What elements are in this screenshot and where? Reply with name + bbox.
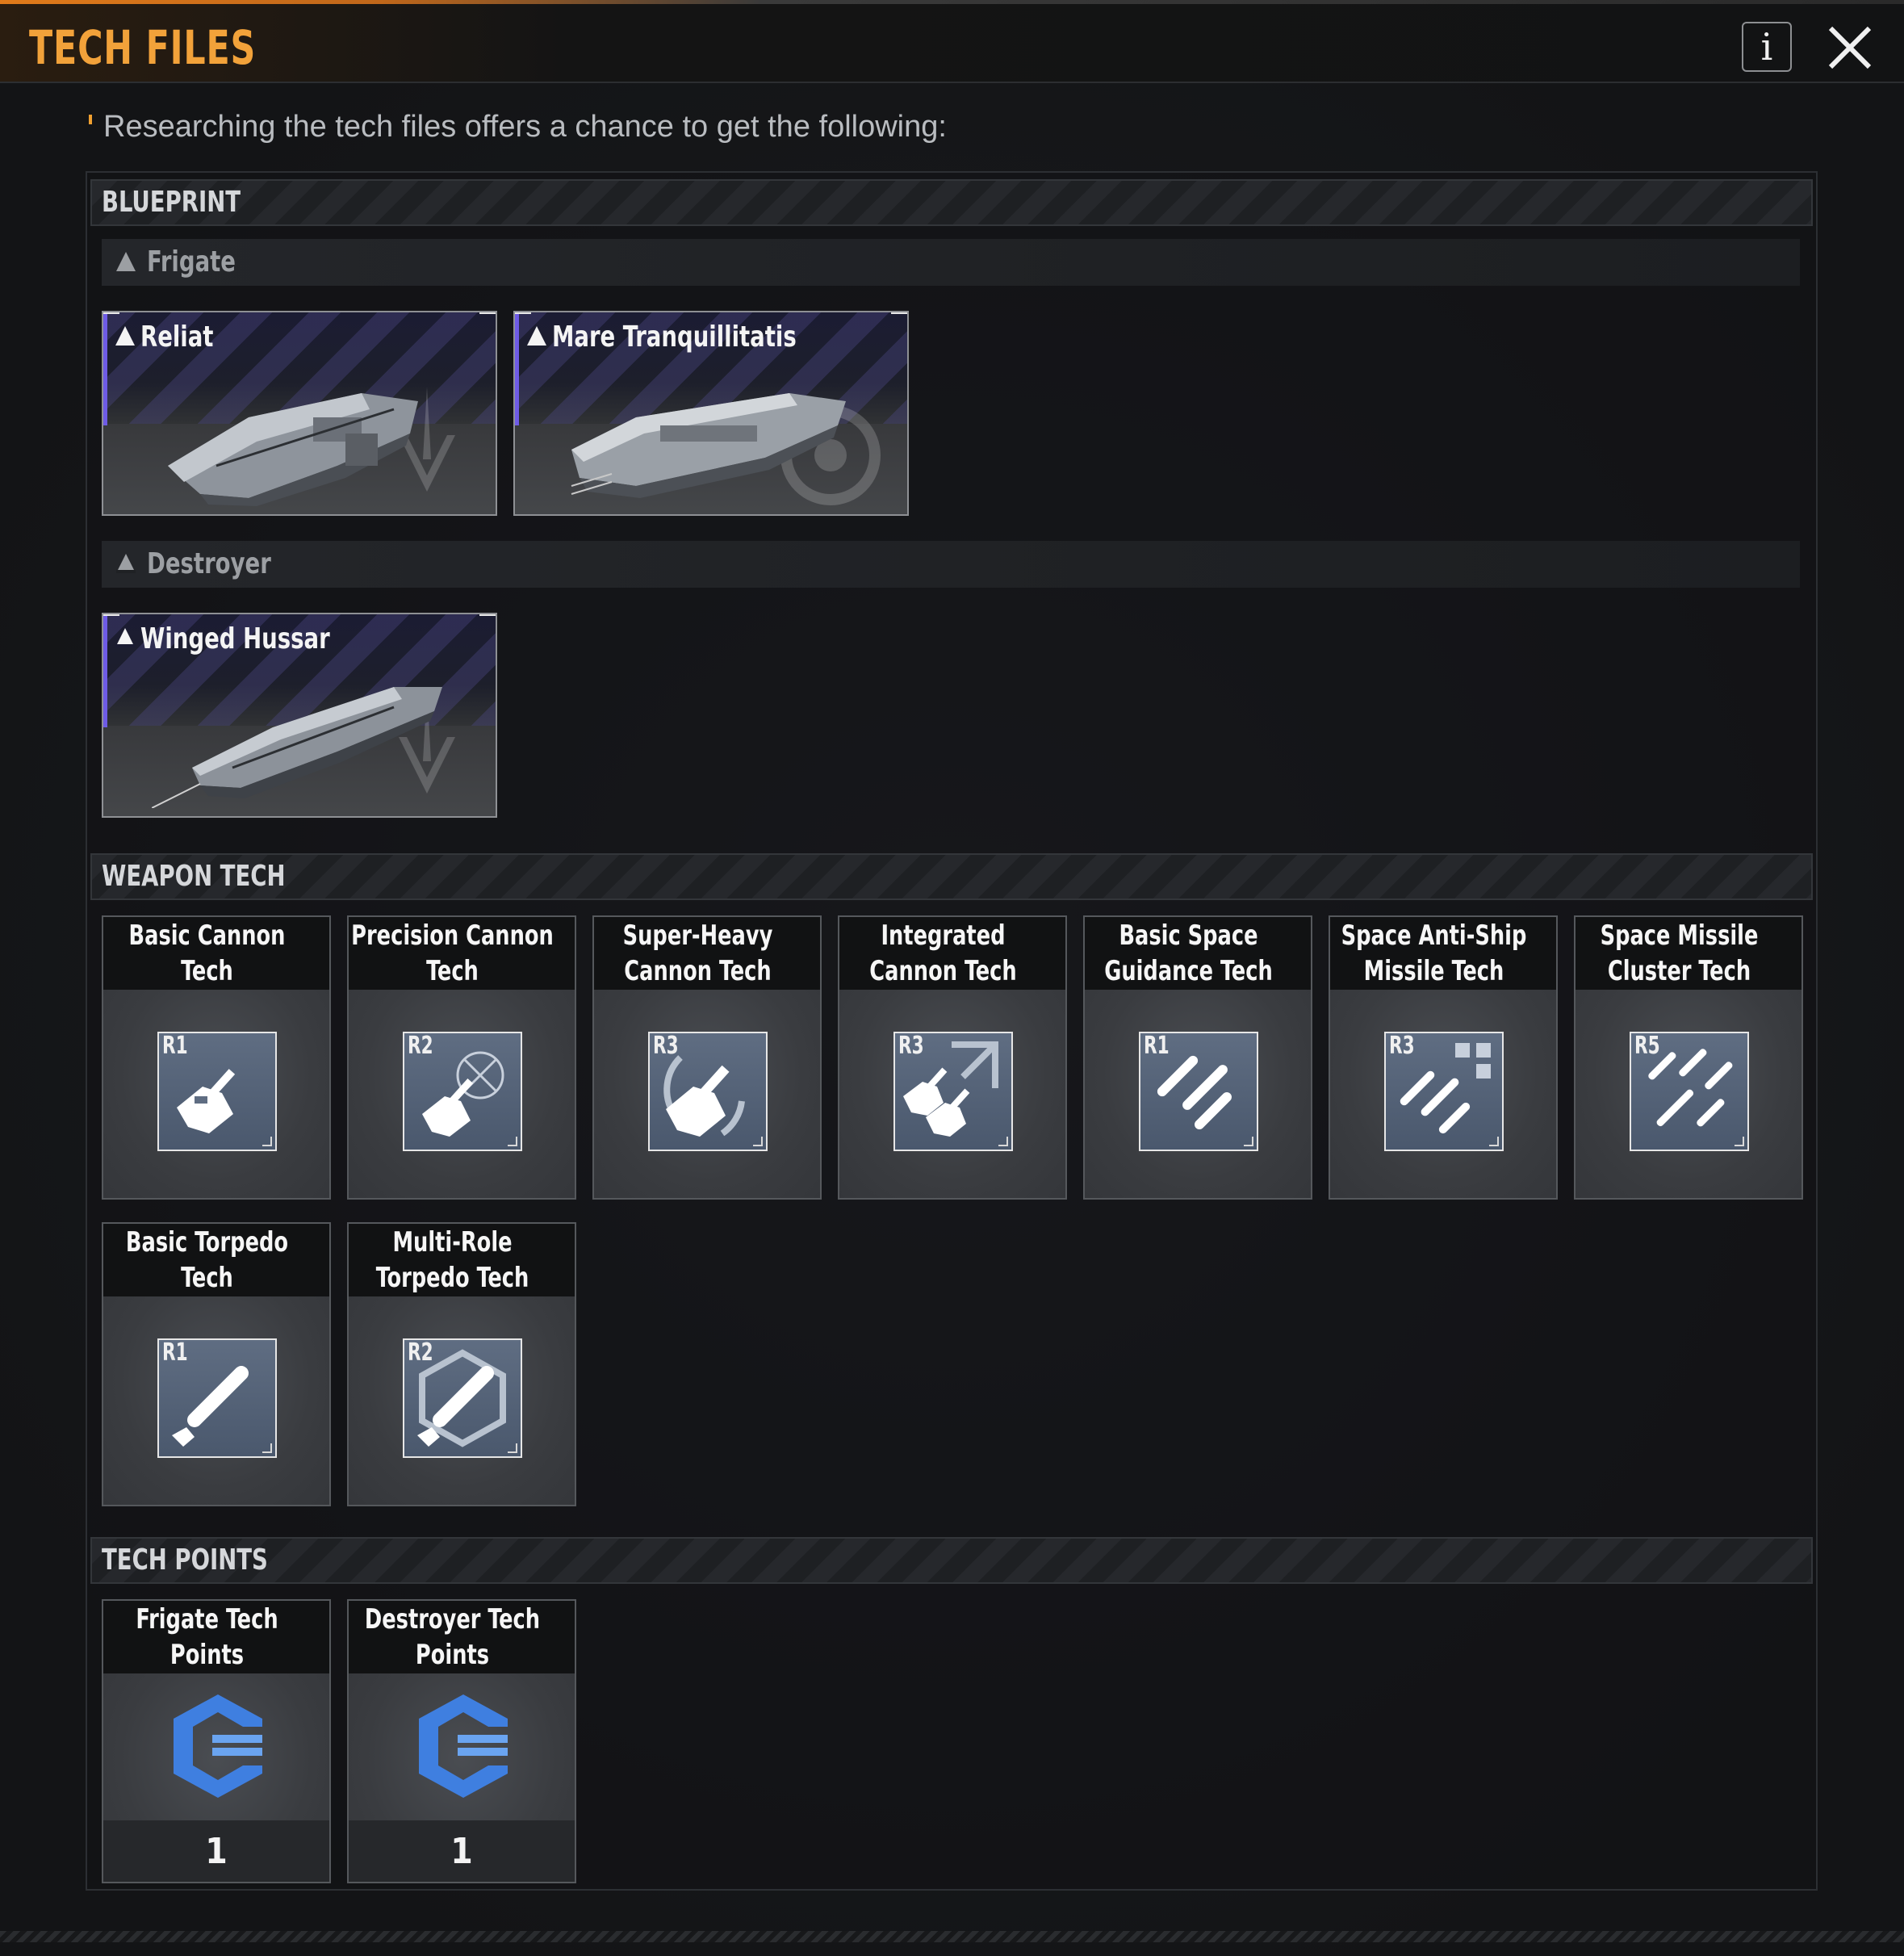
torpedo-icon: R2: [403, 1338, 522, 1458]
group-destroyer: Destroyer: [102, 541, 1800, 588]
cannon-icon: R2: [403, 1032, 522, 1151]
weapon-tech-name: Basic Torpedo Tech: [125, 1226, 289, 1294]
tech-points-icon: [174, 1694, 262, 1798]
weapon-tech-name: Integrated Cannon Tech: [869, 919, 1017, 987]
weapon-tech-name: Space Anti-Ship Missile Tech: [1341, 919, 1527, 987]
group-frigate-label: Frigate: [147, 245, 236, 279]
bottom-border: [0, 1931, 1904, 1942]
tech-points-card[interactable]: Destroyer Tech Points 1: [347, 1599, 576, 1883]
info-icon: i: [1760, 25, 1773, 69]
weapon-tech-name: Basic Space Guidance Tech: [1104, 919, 1273, 987]
cannon-icon: R1: [157, 1032, 277, 1151]
rank-badge: R3: [653, 1032, 679, 1060]
weapon-tech-card[interactable]: Basic Space Guidance Tech R1: [1083, 915, 1312, 1200]
group-destroyer-label: Destroyer: [147, 547, 271, 580]
weapon-tech-name: Basic Cannon Tech: [128, 919, 286, 987]
section-tech-points: TECH POINTS: [90, 1537, 1813, 1584]
ship-reliat-image: [168, 393, 418, 506]
rank-badge: R2: [408, 1338, 433, 1367]
section-weapon-tech-label: WEAPON TECH: [102, 860, 286, 893]
blueprint-card-winged-hussar[interactable]: Winged Hussar: [102, 613, 497, 818]
missile-icon: R5: [1630, 1032, 1749, 1151]
rank-badge: R1: [1144, 1032, 1170, 1060]
missile-icon: R1: [1139, 1032, 1258, 1151]
destroyer-class-icon: [116, 554, 136, 573]
tech-points-card[interactable]: Frigate Tech Points 1: [102, 1599, 331, 1883]
section-tech-points-label: TECH POINTS: [102, 1543, 268, 1577]
info-button[interactable]: i: [1742, 22, 1792, 72]
destroyer-class-icon: [115, 628, 135, 647]
rank-badge: R1: [162, 1032, 188, 1060]
rank-badge: R3: [898, 1032, 924, 1060]
weapon-tech-card[interactable]: Super-Heavy Cannon Tech R3: [592, 915, 822, 1200]
rank-badge: R3: [1389, 1032, 1415, 1060]
tech-files-dialog: TECH FILES i Researching the tech files …: [0, 0, 1904, 1956]
weapon-tech-name: Super-Heavy Cannon Tech: [622, 919, 773, 987]
tech-points-count: 1: [450, 1830, 473, 1872]
blueprint-card-reliat[interactable]: Reliat: [102, 311, 497, 516]
ship-mare-tranquillitatis-image: [571, 393, 846, 498]
weapon-tech-card[interactable]: Space Missile Cluster Tech R5: [1574, 915, 1803, 1200]
tech-points-count: 1: [205, 1830, 228, 1872]
weapon-tech-card[interactable]: Basic Cannon Tech R1: [102, 915, 331, 1200]
section-blueprint: BLUEPRINT: [90, 179, 1813, 226]
blueprint-card-mare-tranquillitatis[interactable]: Mare Tranquillitatis: [513, 311, 909, 516]
dialog-title: TECH FILES: [29, 20, 257, 75]
weapon-tech-name: Space Missile Cluster Tech: [1600, 919, 1759, 987]
intro-text: Researching the tech files offers a chan…: [103, 110, 947, 144]
frigate-class-icon: [527, 326, 546, 346]
dialog-header: TECH FILES i: [0, 4, 1904, 83]
ship-winged-hussar-image: [152, 687, 442, 808]
tech-points-icon: [419, 1694, 508, 1798]
section-blueprint-label: BLUEPRINT: [102, 186, 241, 219]
subtitle-marker: [89, 115, 92, 124]
weapon-tech-name: Multi-Role Torpedo Tech: [375, 1226, 529, 1294]
frigate-class-icon: [116, 252, 136, 271]
frigate-class-icon: [115, 326, 135, 346]
section-weapon-tech: WEAPON TECH: [90, 853, 1813, 900]
tech-points-name: Frigate Tech Points: [136, 1603, 278, 1671]
close-icon[interactable]: [1826, 23, 1874, 72]
group-frigate: Frigate: [102, 239, 1800, 286]
rank-badge: R5: [1634, 1032, 1660, 1060]
weapon-tech-name: Precision Cannon Tech: [351, 919, 554, 987]
missile-icon: R3: [1384, 1032, 1504, 1151]
rank-badge: R2: [408, 1032, 433, 1060]
tech-points-name: Destroyer Tech Points: [364, 1603, 541, 1671]
weapon-tech-card[interactable]: Basic Torpedo Tech R1: [102, 1222, 331, 1506]
torpedo-icon: R1: [157, 1338, 277, 1458]
rank-badge: R1: [162, 1338, 188, 1367]
cannon-icon: R3: [893, 1032, 1013, 1151]
weapon-tech-card[interactable]: Precision Cannon Tech R2: [347, 915, 576, 1200]
weapon-tech-card[interactable]: Multi-Role Torpedo Tech R2: [347, 1222, 576, 1506]
weapon-tech-card[interactable]: Space Anti-Ship Missile Tech R3: [1329, 915, 1558, 1200]
cannon-icon: R3: [648, 1032, 768, 1151]
weapon-tech-card[interactable]: Integrated Cannon Tech R3: [838, 915, 1067, 1200]
